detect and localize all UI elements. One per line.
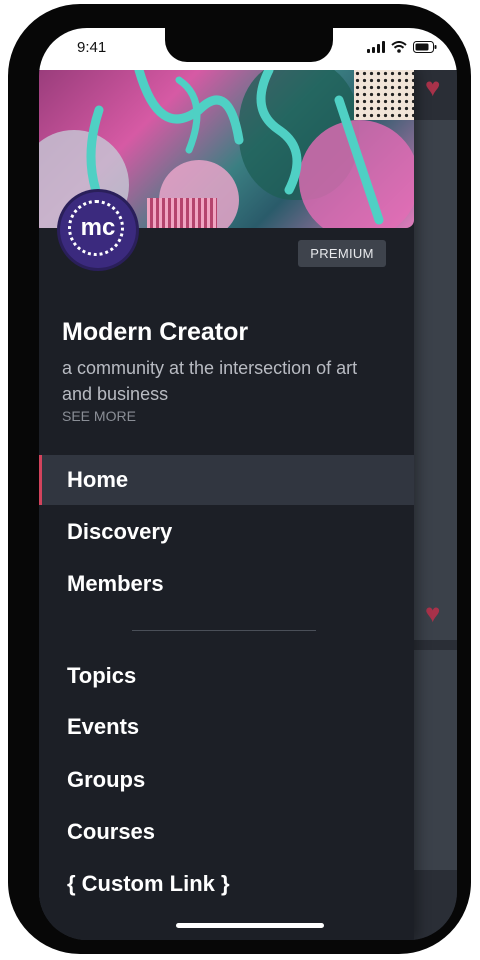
nav-item-groups[interactable]: Groups xyxy=(39,755,414,805)
community-name: Modern Creator xyxy=(62,318,249,346)
nav-item-members[interactable]: Members xyxy=(39,559,414,609)
wifi-icon xyxy=(391,41,407,53)
battery-icon xyxy=(413,41,437,53)
community-logo[interactable]: mc xyxy=(60,192,136,268)
nav-item-custom-link[interactable]: { Custom Link } xyxy=(39,859,414,909)
nav-item-courses[interactable]: Courses xyxy=(39,807,414,857)
community-description: a community at the intersection of art a… xyxy=(62,358,358,404)
feed-card xyxy=(413,650,457,870)
logo-text: mc xyxy=(80,214,116,241)
nav-item-topics[interactable]: Topics xyxy=(39,651,414,701)
nav-item-events[interactable]: Events xyxy=(39,702,414,752)
heart-icon: ♥ xyxy=(425,598,441,628)
status-time: 9:41 xyxy=(77,39,107,56)
home-indicator[interactable] xyxy=(176,923,324,928)
heart-icon: ♥ xyxy=(425,72,441,102)
see-more-link[interactable]: SEE MORE xyxy=(62,408,136,424)
nav-divider xyxy=(132,630,316,631)
nav-item-home[interactable]: Home xyxy=(39,455,414,505)
signal-icon xyxy=(367,41,385,53)
feed-card xyxy=(413,120,457,640)
premium-badge: PREMIUM xyxy=(298,240,386,267)
phone-frame: 9:41 ♥ ♥ mc PREMIUM Modern Creator a com… xyxy=(8,4,471,954)
navigation-drawer: mc PREMIUM Modern Creator a community at… xyxy=(39,70,414,940)
nav-item-discovery[interactable]: Discovery xyxy=(39,507,414,557)
status-icons xyxy=(367,41,437,53)
status-bar: 9:41 xyxy=(39,28,457,70)
screen: 9:41 ♥ ♥ mc PREMIUM Modern Creator a com… xyxy=(39,28,457,940)
notch xyxy=(165,28,333,62)
